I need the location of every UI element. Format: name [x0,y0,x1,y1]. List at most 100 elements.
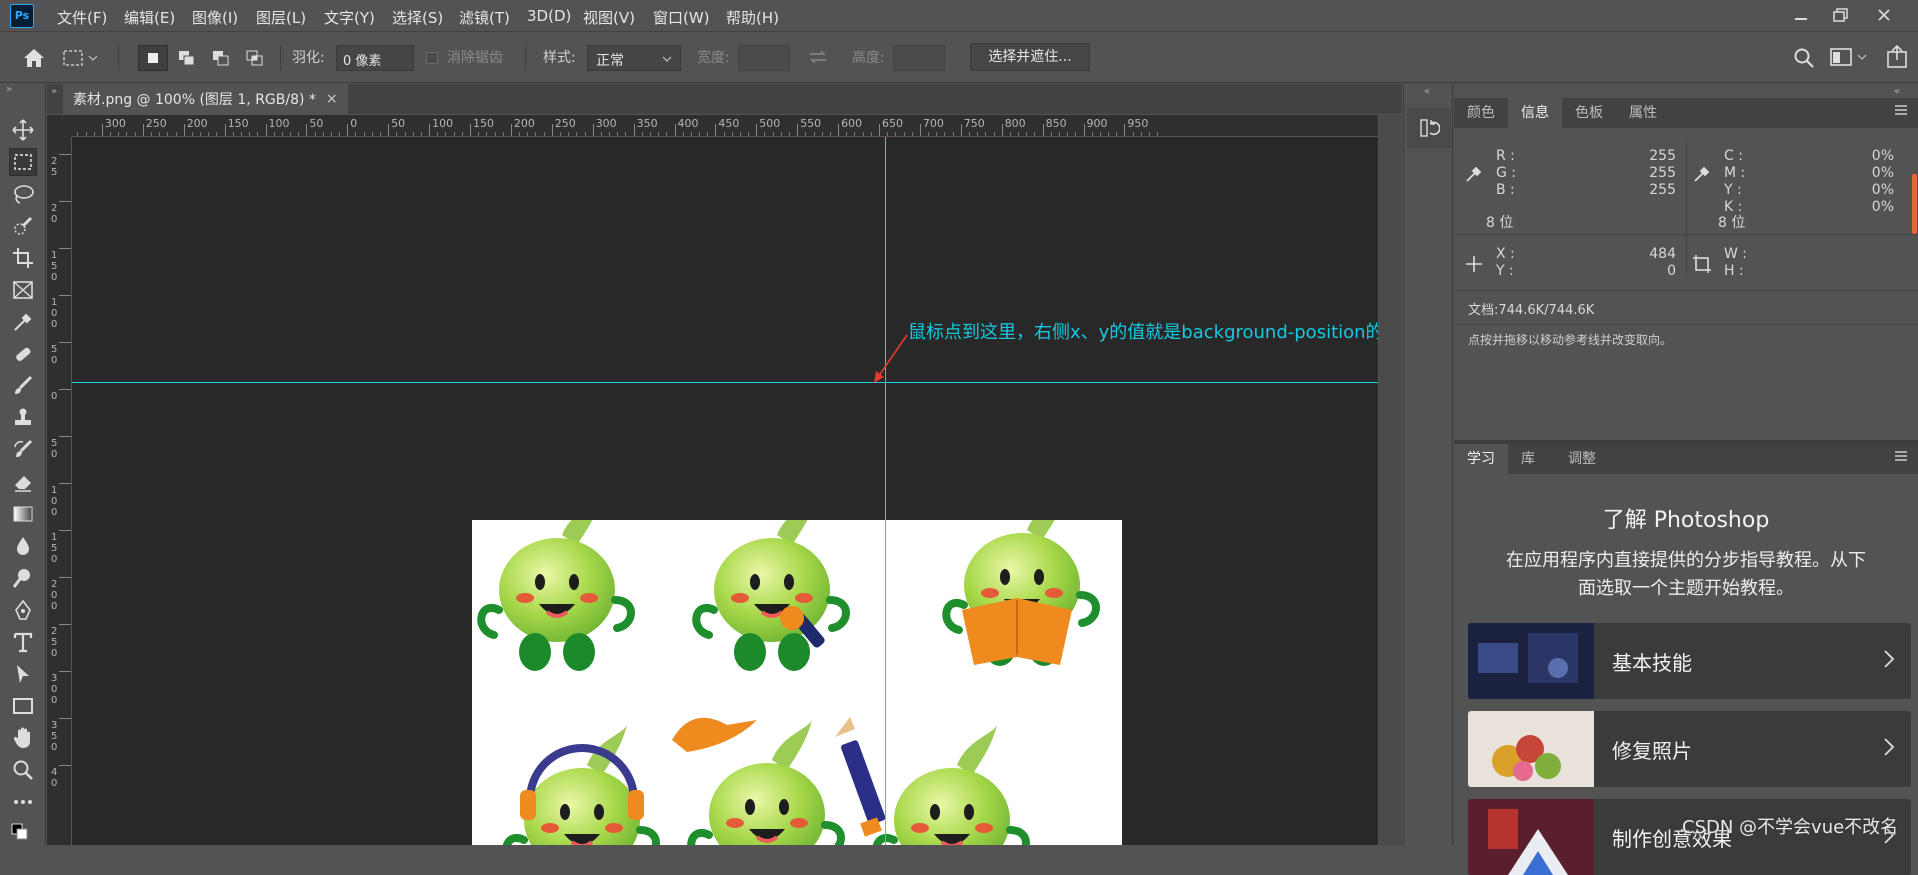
vertical-ruler[interactable]: 2 02 52 01 5 01 0 05 005 01 0 01 5 02 0 … [47,137,72,845]
swap-dimensions-button[interactable] [808,49,828,65]
menu-layer[interactable]: 图层(L) [256,7,306,28]
gradient-tool[interactable] [9,500,37,528]
menu-window[interactable]: 窗口(W) [653,7,710,28]
crop-tool[interactable] [9,244,37,272]
horizontal-ruler[interactable]: 0 300 250 200 150 100 500 50 100 150 200 250 300 350 4… [72,115,1378,137]
height-input[interactable] [893,45,945,71]
canvas-vertical-scrollbar[interactable] [1379,115,1402,845]
menu-edit[interactable]: 编辑(E) [124,7,175,28]
rgb-readout: R : 255 G : 255 B : 255 [1496,148,1676,199]
ruler-label: 5 0 [51,344,58,366]
menu-filter[interactable]: 滤镜(T) [459,7,510,28]
ruler-tick [183,124,185,136]
tab-swatches[interactable]: 色板 [1562,98,1616,128]
tab-color[interactable]: 颜色 [1454,98,1508,128]
brush-tool[interactable] [9,372,37,400]
default-colors-icon[interactable] [10,822,36,842]
ruler-label: 400 [677,117,699,130]
document-tab[interactable]: 素材.png @ 100% (图层 1, RGB/8) * × [63,84,348,114]
subtract-selection-button[interactable] [206,45,236,71]
add-selection-button[interactable] [172,45,202,71]
menu-3d[interactable]: 3D(D) [527,7,571,25]
g-label: G : [1496,165,1517,181]
canvas-area[interactable]: 鼠标点到这里，右侧x、y的值就是background-position的值 [72,137,1378,845]
path-selection-tool[interactable] [9,660,37,688]
more-tools[interactable] [9,788,37,816]
chevron-down-icon [1857,54,1867,60]
type-icon [13,632,33,653]
ruler-origin[interactable] [47,115,72,137]
menu-type[interactable]: 文字(Y) [324,7,375,28]
eraser-tool[interactable] [9,468,37,496]
eyedropper-tool[interactable] [9,308,37,336]
rectangle-tool[interactable] [9,692,37,720]
panel-menu-icon[interactable] [1884,444,1918,474]
close-window-button[interactable] [1870,2,1898,28]
minimize-button[interactable] [1787,2,1815,28]
frame-icon [13,281,33,299]
move-tool[interactable] [9,116,37,144]
collapse-icon[interactable]: « [1894,86,1900,97]
history-brush-tool[interactable] [9,436,37,464]
close-tab-icon[interactable]: × [326,91,338,107]
vertical-guide[interactable] [885,137,886,845]
pen-tool[interactable] [9,596,37,624]
select-and-mask-button[interactable]: 选择并遮住... [970,43,1090,71]
style-select[interactable]: 正常 [587,45,681,71]
new-selection-button[interactable] [138,45,168,71]
menu-file[interactable]: 文件(F) [57,7,107,28]
tab-adjustments[interactable]: 调整 [1548,444,1609,474]
marquee-preset-picker[interactable] [62,45,106,71]
feather-input[interactable]: 0 像素 [336,45,414,71]
intersect-selection-button[interactable] [240,45,270,71]
menu-help[interactable]: 帮助(H) [726,7,779,28]
lasso-tool[interactable] [9,180,37,208]
tab-properties[interactable]: 属性 [1616,98,1670,128]
learn-card-basic-skills[interactable]: 基本技能 [1468,623,1911,699]
ruler-tick [1001,124,1003,136]
share-button[interactable] [1886,45,1908,69]
panel-scrollbar[interactable] [1912,174,1917,234]
horizontal-guide[interactable] [72,382,1378,383]
ruler-label: 1 0 0 [51,297,58,330]
restore-button[interactable] [1827,2,1855,28]
rect-marquee-tool[interactable] [9,148,37,176]
card-thumbnail [1468,799,1594,875]
panel-menu-icon[interactable] [1884,98,1918,128]
swap-arrows-icon [810,50,826,64]
document-image[interactable] [472,520,1122,845]
hand-tool[interactable] [9,724,37,752]
dodge-tool[interactable] [9,564,37,592]
frame-tool[interactable] [9,276,37,304]
zoom-tool[interactable] [9,756,37,784]
antialias-checkbox[interactable] [426,52,438,64]
search-button[interactable] [1793,47,1815,69]
collapse-icon[interactable]: « [1424,86,1430,97]
menu-image[interactable]: 图像(I) [192,7,238,28]
ruler-label: 4 0 [51,767,58,789]
tab-learn[interactable]: 学习 [1454,444,1508,474]
width-input[interactable] [738,45,790,71]
dodge-icon [12,569,30,588]
healing-brush-tool[interactable] [9,340,37,368]
card-thumbnail [1468,623,1594,699]
collapse-toolbar-icon[interactable]: » [6,84,12,95]
y-coord-label: Y : [1496,263,1514,279]
tab-info[interactable]: 信息 [1508,98,1562,128]
clone-stamp-tool[interactable] [9,404,37,432]
collapse-icon[interactable]: » [51,86,57,97]
menu-view[interactable]: 视图(V) [583,7,635,28]
menu-select[interactable]: 选择(S) [392,7,443,28]
blur-tool[interactable] [9,532,37,560]
ruler-tick [919,124,921,136]
tools-panel: » [0,84,46,845]
workspace-switcher[interactable] [1830,47,1867,67]
history-panel-button[interactable] [1407,108,1451,148]
minimize-icon [1795,18,1807,20]
eyedropper-icon [1692,164,1712,184]
quick-selection-tool[interactable] [9,212,37,240]
type-tool[interactable] [9,628,37,656]
tab-libraries[interactable]: 库 [1508,444,1548,474]
learn-card-fix-photos[interactable]: 修复照片 [1468,711,1911,787]
home-button[interactable] [22,47,46,69]
